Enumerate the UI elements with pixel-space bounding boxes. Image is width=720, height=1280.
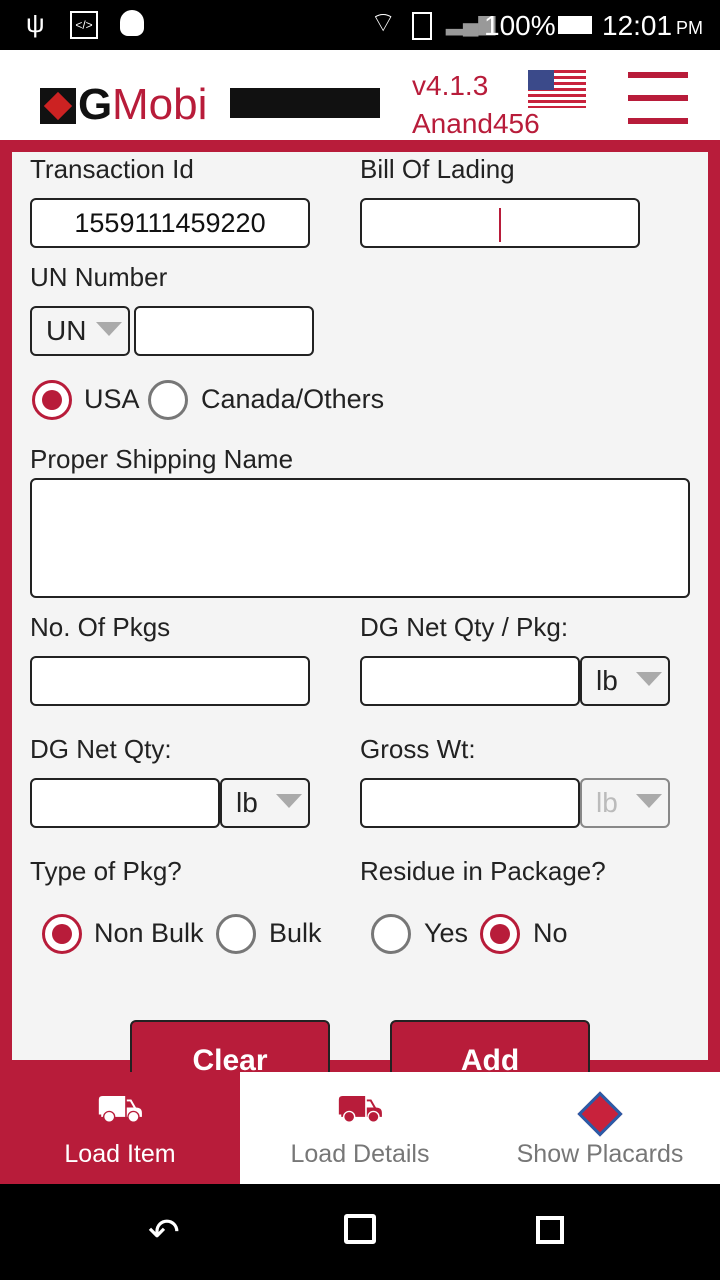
radio-no[interactable]	[480, 914, 520, 954]
transaction-id-input[interactable]: 1559111459220	[30, 198, 310, 248]
status-bar: ψ </> ⌔ ▂▄▆ 100% 12:01 PM	[0, 0, 720, 50]
unit-value: lb	[236, 787, 258, 818]
dropdown-arrow-icon	[636, 672, 662, 686]
net-qty-per-pkg-label: DG Net Qty / Pkg:	[360, 612, 569, 642]
developer-icon: </>	[70, 11, 98, 39]
bill-of-lading-label: Bill Of Lading	[360, 154, 515, 184]
radio-yes[interactable]	[371, 914, 411, 954]
dropdown-arrow-icon	[96, 322, 122, 336]
bottom-tab-bar: ⛟ Load Item ⛟ Load Details Show Placards	[0, 1072, 720, 1184]
dropdown-arrow-icon	[276, 794, 302, 808]
form-frame: Transaction Id 1559111459220 Bill Of Lad…	[0, 140, 720, 1090]
radio-bulk[interactable]	[216, 914, 256, 954]
battery-percent: 100%	[484, 10, 556, 41]
proper-shipping-name-label: Proper Shipping Name	[30, 444, 294, 474]
usb-icon: ψ	[26, 8, 45, 38]
placard-icon	[577, 1091, 623, 1137]
sim-icon	[412, 12, 432, 40]
type-of-pkg-label: Type of Pkg?	[30, 856, 182, 886]
un-number-input[interactable]	[134, 306, 314, 356]
battery-icon	[558, 16, 592, 34]
radio-non-bulk-label: Non Bulk	[94, 918, 204, 948]
radio-non-bulk[interactable]	[42, 914, 82, 954]
radio-canada-others-label: Canada/Others	[201, 384, 385, 414]
transaction-id-label: Transaction Id	[30, 154, 194, 184]
tab-load-item[interactable]: ⛟ Load Item	[0, 1072, 240, 1184]
android-icon	[120, 10, 144, 36]
un-number-label: UN Number	[30, 262, 168, 292]
gross-wt-label: Gross Wt:	[360, 734, 476, 764]
radio-yes-label: Yes	[424, 918, 469, 948]
back-icon[interactable]: ↶	[148, 1210, 180, 1255]
tab-label: Show Placards	[516, 1140, 684, 1168]
clock: 12:01	[602, 10, 673, 41]
net-qty-unit-select[interactable]: lb	[220, 778, 310, 828]
unit-value: lb	[596, 665, 618, 696]
hamburger-icon[interactable]	[628, 72, 688, 124]
truck-icon	[230, 88, 380, 118]
proper-shipping-name-input[interactable]	[30, 478, 690, 598]
tab-label: Load Details	[290, 1140, 430, 1168]
wifi-icon: ⌔	[370, 7, 397, 38]
radio-no-label: No	[533, 918, 568, 948]
text-cursor	[499, 208, 501, 242]
radio-usa[interactable]	[32, 380, 72, 420]
app-version: v4.1.3	[412, 70, 489, 101]
unit-value: lb	[596, 787, 618, 818]
net-qty-per-pkg-unit-select[interactable]: lb	[580, 656, 670, 706]
app-header: G Mobi v4.1.3 Anand456	[0, 50, 720, 140]
net-qty-input[interactable]	[30, 778, 220, 828]
home-icon[interactable]	[344, 1214, 376, 1244]
gross-wt-unit-select[interactable]: lb	[580, 778, 670, 828]
tab-load-details[interactable]: ⛟ Load Details	[240, 1072, 480, 1184]
net-qty-per-pkg-input[interactable]	[360, 656, 580, 706]
system-nav-bar: ↶	[0, 1184, 720, 1280]
tab-show-placards[interactable]: Show Placards	[480, 1072, 720, 1184]
dropdown-arrow-icon	[636, 794, 662, 808]
logo-diamond-icon	[40, 88, 76, 124]
forklift-icon: ⛟	[336, 1088, 384, 1130]
num-pkgs-label: No. Of Pkgs	[30, 612, 171, 642]
un-prefix-value: UN	[46, 315, 87, 346]
num-pkgs-input[interactable]	[30, 656, 310, 706]
forklift-icon: ⛟	[96, 1088, 144, 1130]
radio-usa-label: USA	[84, 384, 140, 414]
load-item-form: Transaction Id 1559111459220 Bill Of Lad…	[12, 152, 708, 1060]
usa-flag-icon[interactable]	[528, 70, 586, 108]
clock-ampm: PM	[676, 18, 703, 38]
tab-label: Load Item	[64, 1140, 176, 1168]
gross-wt-input[interactable]	[360, 778, 580, 828]
net-qty-label: DG Net Qty:	[30, 734, 172, 764]
residue-label: Residue in Package?	[360, 856, 606, 886]
radio-canada-others[interactable]	[148, 380, 188, 420]
username: Anand456	[412, 108, 540, 139]
radio-bulk-label: Bulk	[269, 918, 322, 948]
un-prefix-select[interactable]: UN	[30, 306, 130, 356]
recents-icon[interactable]	[536, 1216, 564, 1244]
